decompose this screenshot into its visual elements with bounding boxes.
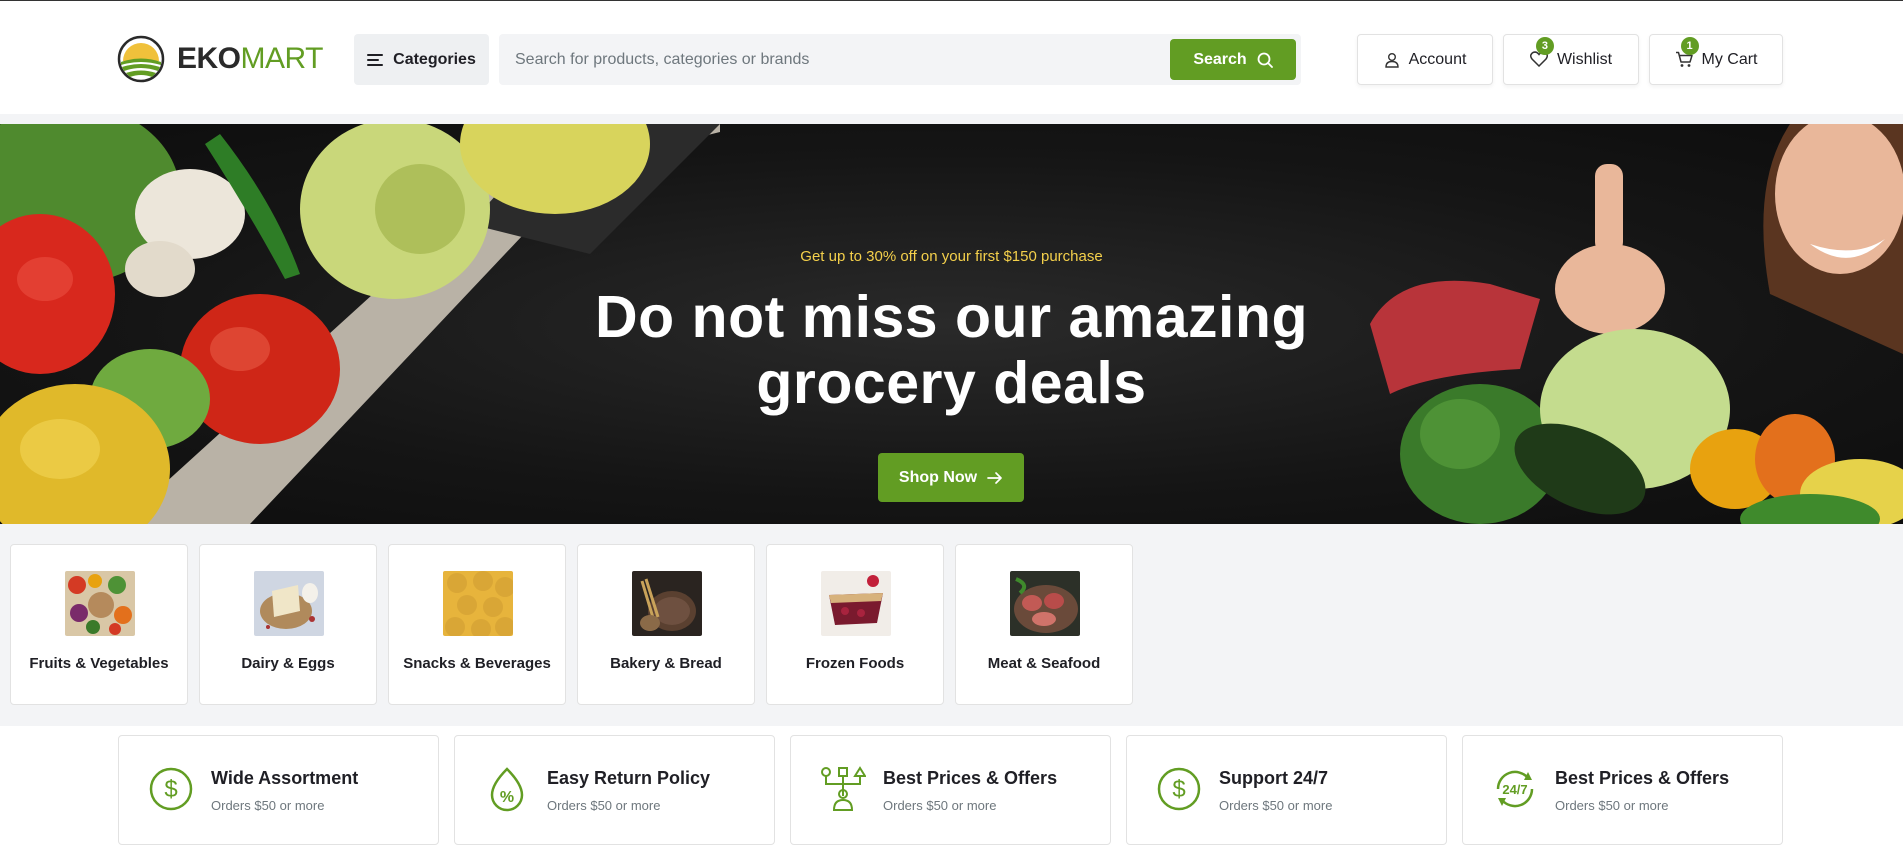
cart-icon-wrap: 1 xyxy=(1675,36,1699,69)
feature-title: Wide Assortment xyxy=(211,768,359,788)
search-button[interactable]: Search xyxy=(1170,39,1296,80)
category-list: Fruits & Vegetables Dairy & Eggs Snacks … xyxy=(10,544,1133,705)
wishlist-button[interactable]: 3 Wishlist xyxy=(1503,34,1639,85)
frozen-foods-image xyxy=(821,571,891,636)
search-button-label: Search xyxy=(1193,50,1247,68)
promo-title: Do not miss our amazing grocery deals xyxy=(0,284,1903,416)
category-label: Snacks & Beverages xyxy=(403,655,551,672)
account-label: Account xyxy=(1408,50,1467,68)
categories-button[interactable]: Categories xyxy=(354,34,489,85)
feature-card: $ Support 24/7 Orders $50 or more xyxy=(1126,735,1447,845)
category-label: Meat & Seafood xyxy=(987,655,1101,672)
wishlist-count-badge: 3 xyxy=(1535,36,1554,55)
category-card-dairy-eggs[interactable]: Dairy & Eggs xyxy=(199,544,377,705)
hero-banner: Get up to 30% off on your first $150 pur… xyxy=(0,124,1903,524)
promo-title-line2: grocery deals xyxy=(756,350,1147,416)
shop-now-button[interactable]: Shop Now xyxy=(878,453,1024,502)
snacks-beverages-image xyxy=(443,571,513,636)
feature-title: Best Prices & Offers xyxy=(1555,768,1730,788)
feature-subtitle: Orders $50 or more xyxy=(883,798,997,813)
feature-title: Easy Return Policy xyxy=(547,768,711,788)
feature-card: $ Wide Assortment Orders $50 or more xyxy=(118,735,439,845)
feature-card: Best Prices & Offers Orders $50 or more xyxy=(790,735,1111,845)
logo-icon xyxy=(117,35,165,83)
site-logo[interactable]: EKOMART xyxy=(117,35,323,83)
support-247-icon: 24/7 xyxy=(1496,770,1534,808)
category-label: Fruits & Vegetables xyxy=(29,655,169,672)
svg-text:24/7: 24/7 xyxy=(1502,782,1527,797)
category-label: Bakery & Bread xyxy=(610,655,722,672)
category-card-snacks-beverages[interactable]: Snacks & Beverages xyxy=(388,544,566,705)
category-label: Frozen Foods xyxy=(805,655,905,672)
dollar-circle-icon: $ xyxy=(149,767,193,811)
categories-label: Categories xyxy=(393,50,476,68)
feature-card: 24/7 Best Prices & Offers Orders $50 or … xyxy=(1462,735,1783,845)
search-input[interactable] xyxy=(499,34,1159,85)
network-person-icon xyxy=(821,766,866,811)
category-card-bakery-bread[interactable]: Bakery & Bread xyxy=(577,544,755,705)
dollar-circle-icon: $ xyxy=(1157,767,1201,811)
category-label: Dairy & Eggs xyxy=(241,655,335,672)
category-card-meat-seafood[interactable]: Meat & Seafood xyxy=(955,544,1133,705)
svg-text:$: $ xyxy=(164,776,177,803)
site-header: EKOMART Categories Search Account 3 Wish… xyxy=(0,0,1903,114)
feature-subtitle: Orders $50 or more xyxy=(547,798,661,813)
arrow-right-icon xyxy=(987,471,1002,484)
feature-title: Best Prices & Offers xyxy=(883,768,1058,788)
wishlist-icon-wrap: 3 xyxy=(1529,36,1554,69)
search-bar: Search xyxy=(499,34,1301,85)
bakery-bread-image xyxy=(632,571,702,636)
features-list: $ Wide Assortment Orders $50 or more % E… xyxy=(118,735,1783,845)
svg-text:$: $ xyxy=(1172,776,1185,803)
wishlist-label: Wishlist xyxy=(1556,50,1613,68)
svg-text:%: % xyxy=(500,789,514,806)
user-icon xyxy=(1384,52,1399,68)
menu-icon xyxy=(367,53,384,66)
logo-text: EKOMART xyxy=(177,42,323,75)
cart-count-badge: 1 xyxy=(1680,36,1699,55)
percent-drop-icon: % xyxy=(490,767,524,812)
dairy-eggs-image xyxy=(254,571,324,636)
fruits-vegetables-image xyxy=(65,571,135,636)
promo-title-line1: Do not miss our amazing xyxy=(594,284,1309,350)
feature-subtitle: Orders $50 or more xyxy=(1555,798,1669,813)
promo-subtitle: Get up to 30% off on your first $150 pur… xyxy=(800,248,1103,265)
meat-seafood-image xyxy=(1010,571,1080,636)
feature-title: Support 24/7 xyxy=(1219,768,1329,788)
feature-subtitle: Orders $50 or more xyxy=(1219,798,1333,813)
feature-subtitle: Orders $50 or more xyxy=(211,798,325,813)
cart-label: My Cart xyxy=(1701,50,1758,68)
cart-button[interactable]: 1 My Cart xyxy=(1649,34,1783,85)
search-icon xyxy=(1257,52,1273,68)
category-card-frozen-foods[interactable]: Frozen Foods xyxy=(766,544,944,705)
account-button[interactable]: Account xyxy=(1357,34,1493,85)
shop-now-label: Shop Now xyxy=(898,468,978,486)
category-card-fruits-vegetables[interactable]: Fruits & Vegetables xyxy=(10,544,188,705)
feature-card: % Easy Return Policy Orders $50 or more xyxy=(454,735,775,845)
